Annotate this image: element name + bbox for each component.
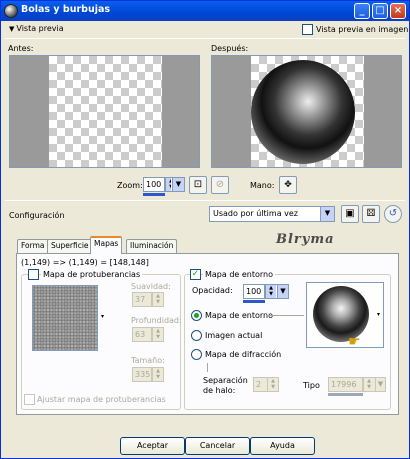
env-map-label: Mapa de entorno — [203, 270, 276, 279]
env-map-radio-label: Mapa de entorno — [205, 311, 274, 320]
chevron-down-icon: ▼ — [172, 178, 184, 191]
halo-label-line2: de halo: — [203, 386, 236, 395]
env-map-dropdown-arrow[interactable]: ▾ — [377, 311, 380, 318]
title-bar[interactable]: Bolas y burbujas _ □ × — [1, 1, 409, 21]
coordinates-readout: (1,149) => (1,149) = [148,148] — [21, 258, 149, 267]
pan-icon[interactable]: ✥ — [279, 176, 297, 194]
tree-line — [207, 363, 208, 372]
sphere-preview — [251, 60, 355, 164]
size-label: Tamaño: — [131, 356, 165, 365]
env-map-sphere — [313, 286, 369, 342]
preview-toggle[interactable]: ▼ Vista previa — [9, 24, 64, 33]
chevron-down-icon: ▼ — [277, 285, 288, 298]
tab-mapas[interactable]: Mapas — [90, 236, 123, 254]
env-map-radio[interactable] — [191, 310, 202, 321]
zoom-fit-icon[interactable]: ⊡ — [189, 176, 207, 194]
halo-label-line1: Separación — [203, 376, 248, 385]
zoom-slider[interactable] — [143, 193, 165, 196]
after-label: Después: — [211, 44, 249, 53]
env-map-texture[interactable]: ▾ — [306, 282, 384, 348]
current-image-radio-label: Imagen actual — [205, 331, 263, 340]
type-input: 17996 — [328, 377, 363, 392]
halo-spinner: ▲ ▼ — [267, 377, 279, 392]
window-title: Bolas y burbujas — [21, 4, 111, 15]
cancel-button[interactable]: Cancelar — [185, 437, 250, 455]
size-input: 335 — [132, 367, 152, 382]
diffraction-map-radio[interactable] — [191, 349, 202, 360]
fit-bump-map-label: Ajustar mapa de protuberancias — [37, 395, 166, 404]
randomize-icon[interactable]: ⚄ — [362, 205, 380, 223]
divider — [5, 38, 405, 39]
before-preview[interactable] — [9, 55, 200, 168]
transparency-checkerboard — [49, 56, 162, 167]
preset-dropdown[interactable]: Usado por última vez ▼ — [209, 206, 335, 222]
accept-button[interactable]: Aceptar — [120, 437, 185, 455]
fit-bump-map-checkbox — [24, 394, 35, 405]
type-label: Tipo — [303, 381, 320, 390]
size-spinner: ▲ ▼ — [152, 367, 164, 382]
divider — [267, 315, 304, 316]
bump-map-label: Mapa de protuberancias — [41, 270, 143, 279]
app-icon — [4, 4, 18, 18]
diffraction-map-radio-label: Mapa de difracción — [205, 350, 282, 359]
zoom-label: Zoom: — [117, 181, 143, 190]
config-label: Configuración — [9, 211, 65, 220]
minimize-button[interactable]: _ — [354, 3, 370, 19]
zoom-input[interactable]: 100 — [143, 177, 165, 192]
smoothness-input: 37 — [132, 292, 152, 307]
dialog-window: Bolas y burbujas _ □ × ▼ Vista previa Vis… — [0, 0, 410, 459]
close-button[interactable]: × — [390, 3, 406, 19]
env-map-checkbox[interactable]: ✓ — [190, 269, 201, 280]
type-slider — [328, 393, 363, 396]
depth-input: 63 — [132, 327, 152, 342]
pointer-hand-icon: ☛ — [348, 334, 361, 350]
hand-label: Mano: — [250, 181, 275, 190]
current-image-radio[interactable] — [191, 330, 202, 341]
reset-icon[interactable]: ↺ — [384, 205, 402, 223]
before-label: Antes: — [8, 44, 34, 53]
opacity-dropdown[interactable]: ▼ — [276, 284, 289, 299]
preview-in-image-checkbox[interactable] — [302, 24, 313, 35]
opacity-input[interactable]: 100 — [243, 284, 265, 299]
bump-map-texture[interactable] — [32, 285, 98, 351]
halo-input: 2 — [253, 377, 268, 392]
chevron-down-icon: ▼ — [375, 378, 385, 391]
depth-spinner: ▲ ▼ — [152, 327, 164, 342]
help-button[interactable]: Ayuda — [250, 437, 315, 455]
tab-iluminacion[interactable]: Iluminación — [126, 239, 178, 253]
tab-forma[interactable]: Forma — [17, 239, 49, 253]
opacity-slider[interactable] — [243, 300, 265, 303]
collapse-arrow-icon: ▼ — [9, 25, 15, 33]
save-preset-icon[interactable]: ▣ — [341, 205, 359, 223]
watermark-signature: Blryma — [276, 232, 335, 247]
type-dropdown: ▼ — [374, 377, 386, 392]
bump-map-checkbox[interactable] — [28, 269, 39, 280]
zoom-dropdown[interactable]: ▼ — [171, 177, 185, 192]
divider — [5, 200, 405, 201]
after-preview[interactable] — [211, 55, 402, 168]
smoothness-spinner: ▲ ▼ — [152, 292, 164, 307]
chevron-down-icon: ▼ — [320, 207, 334, 221]
opacity-label: Opacidad: — [192, 286, 233, 295]
depth-label: Profundidad: — [131, 316, 182, 325]
preview-in-image-label: Vista previa en imagen — [316, 25, 409, 34]
maximize-button[interactable]: □ — [372, 3, 388, 19]
tab-superficie[interactable]: Superficie — [47, 239, 93, 253]
bump-map-dropdown-arrow[interactable]: ▾ — [101, 313, 104, 320]
smoothness-label: Suavidad: — [131, 282, 171, 291]
zoom-magnify-icon: ⊘ — [211, 176, 229, 194]
